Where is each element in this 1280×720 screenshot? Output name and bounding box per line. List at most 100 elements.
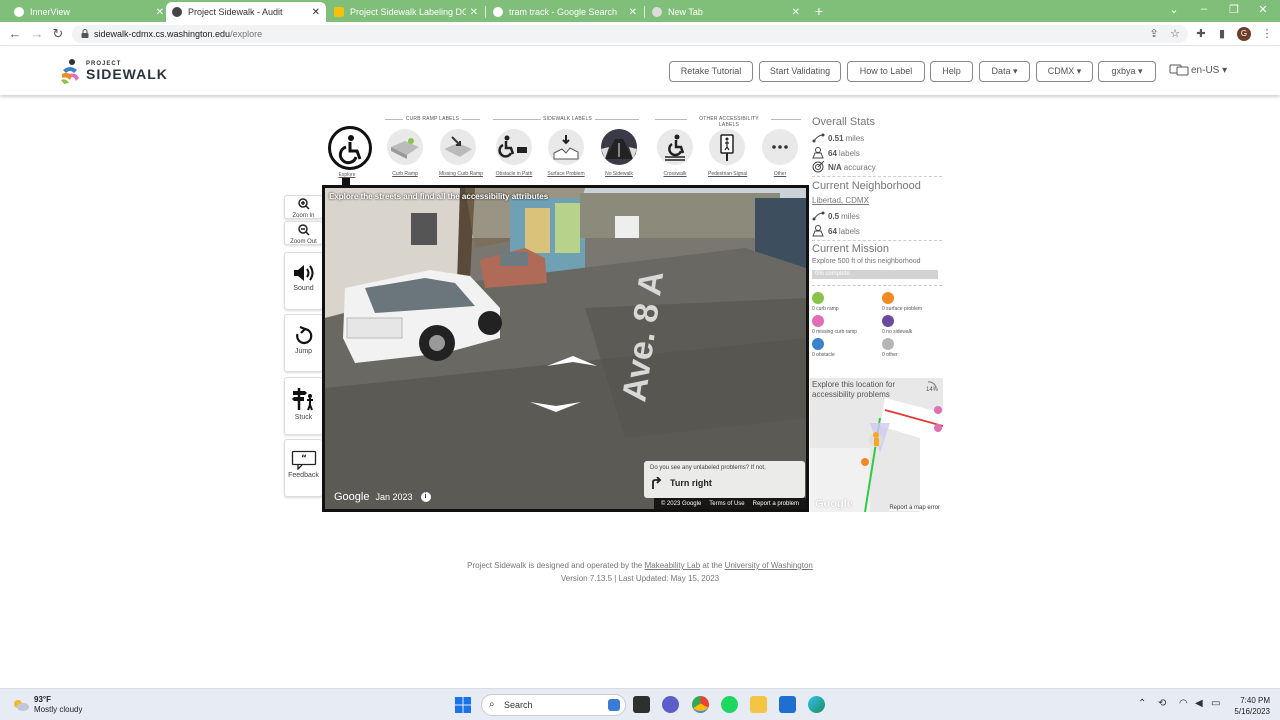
lock-icon xyxy=(81,29,89,38)
explore-tool-button[interactable]: Explore xyxy=(328,126,372,178)
legend-label: 0 other xyxy=(882,352,898,358)
target-icon xyxy=(812,161,825,173)
reload-button[interactable]: ↻ xyxy=(50,26,66,42)
feedback-label: Feedback xyxy=(288,472,319,479)
legend-no-sidewalk: 0 no sidewalk xyxy=(882,315,912,335)
sidewalk-favicon-icon xyxy=(172,7,182,17)
group-divider xyxy=(655,119,687,120)
extensions-icon[interactable]: ✚ xyxy=(1194,27,1208,41)
tab-close-icon[interactable]: ✕ xyxy=(156,7,164,18)
pedestrian-signal-tool-button[interactable]: Pedestrian Signal xyxy=(708,129,747,177)
obstacle-tool-button[interactable]: Obstacle in Path xyxy=(495,129,533,177)
how-to-label-button[interactable]: How to Label xyxy=(847,61,925,82)
new-tab-button[interactable]: + xyxy=(812,3,826,19)
zoom-out-icon xyxy=(297,224,310,236)
makeability-lab-link[interactable]: Makeability Lab xyxy=(645,561,701,570)
tray-sync-icon[interactable]: ⟲ xyxy=(1158,698,1166,709)
tab-innerview[interactable]: InnerView ✕ xyxy=(8,2,170,22)
legend-missing-curb-ramp: 0 missing curb ramp xyxy=(812,315,857,335)
windows-start-icon[interactable] xyxy=(455,697,471,713)
tray-overflow-icon[interactable]: ⌃ xyxy=(1138,698,1146,709)
tab-project-sidewalk-audit[interactable]: Project Sidewalk - Audit ✕ xyxy=(166,2,326,22)
stuck-signpost-icon xyxy=(291,388,313,411)
zoom-out-button[interactable]: Zoom Out xyxy=(284,221,323,245)
spotify-icon[interactable] xyxy=(721,696,738,713)
terms-link[interactable]: Terms of Use xyxy=(709,501,744,507)
crosswalk-tool-button[interactable]: Crosswalk xyxy=(656,129,694,177)
back-button[interactable]: ← xyxy=(7,26,23,42)
help-button[interactable]: Help xyxy=(930,61,973,82)
user-dropdown[interactable]: gxbya ▾ xyxy=(1098,61,1156,82)
other-tool-label: Other xyxy=(773,171,787,177)
other-tool-button[interactable]: Other xyxy=(761,129,799,177)
city-dropdown-label: CDMX xyxy=(1047,66,1075,76)
sound-button[interactable]: Sound xyxy=(284,252,323,310)
city-dropdown[interactable]: CDMX ▾ xyxy=(1036,61,1093,82)
neighborhood-name-link[interactable]: Libertad, CDMX xyxy=(812,196,869,205)
taskbar-search-box[interactable]: ⌕ Search xyxy=(481,694,626,716)
sidewalk-logo-icon xyxy=(61,59,79,84)
language-dropdown[interactable]: en-US ▾ xyxy=(1169,63,1227,77)
mission-progress-bar: 0% complete xyxy=(812,270,938,279)
tab-tram-track-search[interactable]: tram track - Google Search ✕ xyxy=(487,2,643,22)
feedback-button[interactable]: “ Feedback xyxy=(284,439,323,497)
bookmark-star-icon[interactable]: ☆ xyxy=(1168,27,1182,41)
clock-time: 7:40 PM xyxy=(1240,696,1270,705)
store-icon[interactable] xyxy=(779,696,796,713)
report-map-error-link[interactable]: Report a map error xyxy=(889,505,940,511)
stuck-button[interactable]: Stuck xyxy=(284,377,323,435)
copyright-text: © 2023 Google xyxy=(660,500,702,507)
tab-close-icon[interactable]: ✕ xyxy=(629,7,637,18)
tab-close-icon[interactable]: ✕ xyxy=(312,7,320,18)
volume-icon[interactable]: ◀ xyxy=(1195,698,1203,709)
chrome-taskbar-icon[interactable] xyxy=(692,696,709,713)
forward-button[interactable]: → xyxy=(29,26,45,42)
restore-button[interactable]: ❐ xyxy=(1224,3,1244,16)
menu-kebab-icon[interactable]: ⋮ xyxy=(1260,27,1274,41)
task-view-icon[interactable] xyxy=(633,696,650,713)
teams-chat-icon[interactable] xyxy=(662,696,679,713)
mini-map[interactable]: Explore this location for accessibility … xyxy=(810,378,943,512)
share-icon[interactable]: ⇪ xyxy=(1147,27,1161,41)
no-sidewalk-tool-button[interactable]: No Sidewalk xyxy=(600,129,638,177)
tab-new-tab[interactable]: New Tab ✕ xyxy=(646,2,806,22)
surface-problem-tool-button[interactable]: Surface Problem xyxy=(547,129,585,177)
weather-widget[interactable]: 93°F Mostly cloudy xyxy=(12,695,82,715)
profile-avatar[interactable]: G xyxy=(1237,27,1251,41)
battery-icon[interactable]: ▭ xyxy=(1211,698,1220,709)
overall-miles-value: 0.51 xyxy=(828,133,844,143)
wheelchair-icon xyxy=(338,135,362,165)
surface-problem-tool-label: Surface Problem xyxy=(547,171,585,177)
address-bar[interactable]: sidewalk-cdmx.cs.washington.edu/explore xyxy=(72,25,1188,43)
minimize-button[interactable]: – xyxy=(1194,3,1214,15)
browser-toolbar: ← → ↻ sidewalk-cdmx.cs.washington.edu/ex… xyxy=(0,22,1280,46)
report-problem-link[interactable]: Report a problem xyxy=(753,501,799,507)
tab-label: New Tab xyxy=(668,7,703,17)
data-dropdown[interactable]: Data ▾ xyxy=(979,61,1030,82)
tab-search-icon[interactable]: ⌄ xyxy=(1164,3,1184,16)
project-sidewalk-logo[interactable]: PROJECT SIDEWALK xyxy=(58,57,168,85)
panel-separator xyxy=(812,240,942,241)
tab-close-icon[interactable]: ✕ xyxy=(792,7,800,18)
turn-right-arrow-icon xyxy=(652,477,662,489)
missing-curb-ramp-tool-button[interactable]: Missing Curb Ramp xyxy=(439,129,483,177)
retake-tutorial-button[interactable]: Retake Tutorial xyxy=(669,61,753,82)
close-window-button[interactable]: ✕ xyxy=(1253,3,1273,16)
start-validating-button[interactable]: Start Validating xyxy=(759,61,841,82)
zoom-in-button[interactable]: Zoom In xyxy=(284,195,323,219)
tab-labeling-dos[interactable]: Project Sidewalk Labeling DOs an ✕ xyxy=(328,2,484,22)
tab-close-icon[interactable]: ✕ xyxy=(470,7,478,18)
info-icon[interactable]: i xyxy=(420,492,431,502)
jump-button[interactable]: Jump xyxy=(284,314,323,372)
side-panel-icon[interactable]: ▮ xyxy=(1215,27,1229,41)
wifi-icon[interactable]: ◠ xyxy=(1179,698,1188,709)
curb-ramp-tool-button[interactable]: Curb Ramp xyxy=(386,129,424,177)
mission-title: Current Mission xyxy=(812,243,890,255)
university-link[interactable]: University of Washington xyxy=(725,561,813,570)
taskbar-clock[interactable]: 7:40 PM 5/16/2023 xyxy=(1234,695,1270,717)
turn-hint-box[interactable]: Do you see any unlabeled problems? If no… xyxy=(644,461,805,498)
edge-icon[interactable] xyxy=(808,696,825,713)
file-explorer-icon[interactable] xyxy=(750,696,767,713)
street-view-panorama[interactable]: Explore the streets and find all the acc… xyxy=(322,185,809,512)
stuck-label: Stuck xyxy=(294,414,313,421)
